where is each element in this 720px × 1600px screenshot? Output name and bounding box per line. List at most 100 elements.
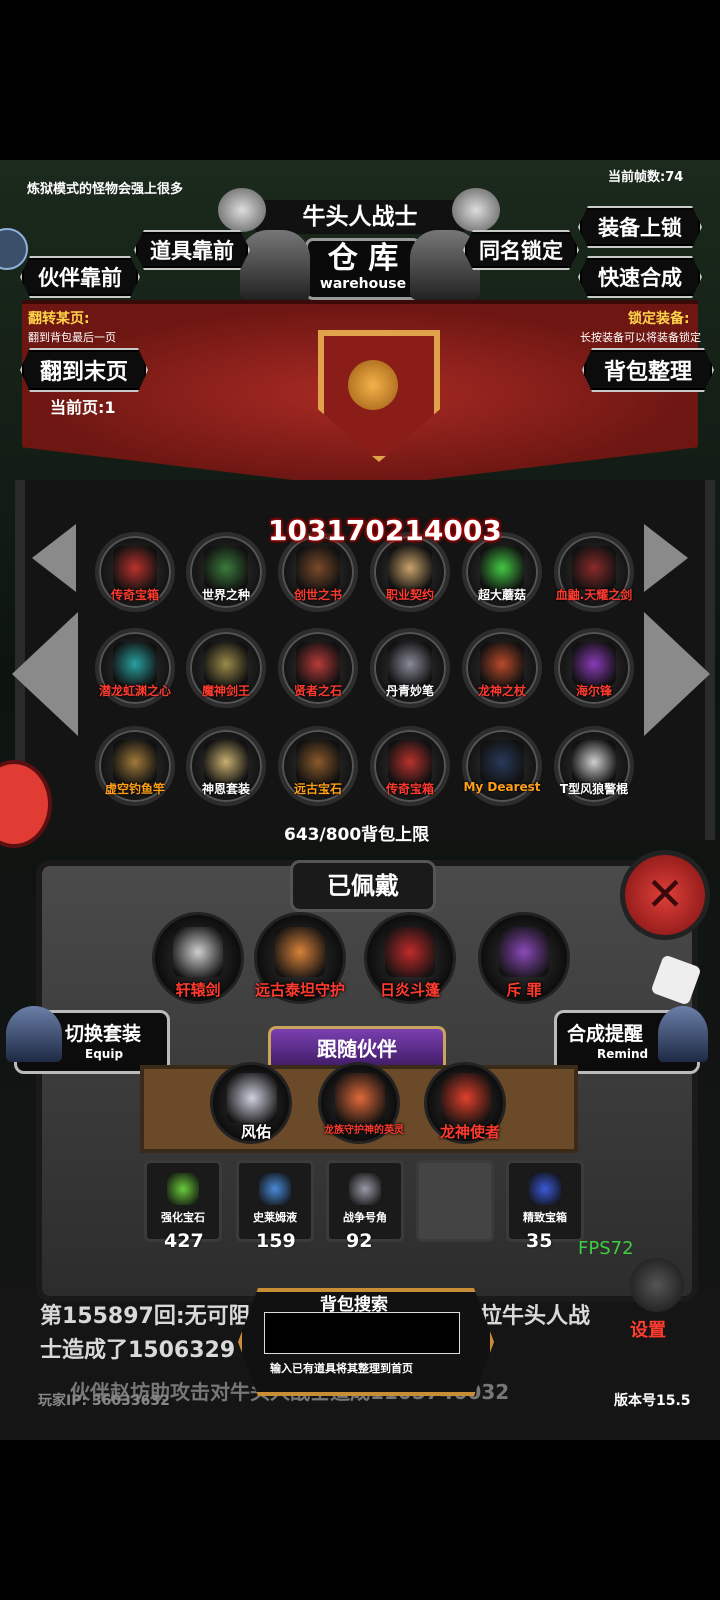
inventory-item-label: 丹青妙笔 (385, 684, 434, 698)
equipped-slot[interactable]: 轩辕剑 (152, 912, 244, 1004)
fps-counter: 当前帧数:74 (608, 170, 684, 185)
stone-icon (296, 642, 340, 686)
lock-equip-title: 锁定装备: (628, 311, 690, 327)
armor-icon (204, 642, 248, 686)
side-avatar[interactable] (0, 228, 28, 270)
goto-last-page-button[interactable]: 翻到末页 (20, 348, 148, 392)
warehouse-title-en: warehouse (319, 276, 407, 292)
inventory-slot[interactable]: T型风狼警棍 (554, 726, 634, 806)
bag-capacity: 643/800背包上限 (284, 825, 430, 845)
inventory-item-label: 远古宝石 (293, 782, 342, 796)
inventory-item-label: 世界之种 (201, 588, 250, 602)
equipped-slot[interactable]: 斥 罪 (478, 912, 570, 1004)
equip-lock-button[interactable]: 装备上锁 (578, 206, 702, 248)
next-page-arrow[interactable] (644, 612, 710, 736)
inventory-item-label: T型风狼警棍 (559, 782, 629, 796)
baton-icon (572, 740, 616, 784)
inventory-slot[interactable]: 海尔锋 (554, 628, 634, 708)
battle-log-line1-right: 拉牛头人战 (480, 1304, 591, 1329)
inventory-item-label: 职业契约 (385, 588, 434, 602)
game-screen: 炼狱模式的怪物会强上很多 当前帧数:74 牛头人战士 仓 库 warehouse… (0, 160, 720, 1440)
inventory-item-label: 传奇宝箱 (110, 588, 159, 602)
battle-log-line1: 第155897回:无可阻 (40, 1304, 251, 1329)
inventory-slot[interactable]: 传奇宝箱 (95, 532, 175, 612)
bag-sort-button[interactable]: 背包整理 (582, 348, 714, 392)
partner-front-button[interactable]: 伙伴靠前 (20, 256, 140, 298)
items-front-button[interactable]: 道具靠前 (134, 230, 250, 270)
fps-display: FPS72 (578, 1238, 634, 1259)
staff-icon (480, 642, 524, 686)
empty-slot[interactable] (416, 1160, 494, 1242)
helmet-icon (6, 1006, 62, 1062)
lock-equip-desc: 长按装备可以将装备锁定 (580, 331, 701, 344)
flip-page-desc: 翻到背包最后一页 (28, 331, 116, 344)
inventory-slot[interactable]: 丹青妙笔 (370, 628, 450, 708)
inventory-slot[interactable]: 魔神剑王 (186, 628, 266, 708)
prev-small-arrow[interactable] (32, 524, 76, 592)
merge-remind-sublabel: Remind (597, 1047, 649, 1061)
partner-slot[interactable]: 龙神使者 (424, 1062, 506, 1144)
blue-chest-icon (529, 1173, 561, 1205)
gear-icon[interactable] (630, 1258, 684, 1312)
inventory-item-label: 贤者之石 (293, 684, 342, 698)
fishing-rod-icon (113, 740, 157, 784)
search-hint: 输入已有道具将其整理到首页 (270, 1362, 413, 1375)
equipped-item-label: 斥 罪 (506, 981, 542, 999)
partner-item-label: 龙神使者 (439, 1123, 500, 1141)
sword-icon (173, 927, 223, 977)
inventory-item-label: 虚空钓鱼竿 (104, 782, 165, 796)
quick-merge-button[interactable]: 快速合成 (578, 256, 702, 298)
flip-page-title: 翻转某页: (28, 311, 90, 327)
partner-slot[interactable]: 龙族守护神的英灵 (318, 1062, 404, 1144)
switch-set-label: 切换套装 (65, 1023, 142, 1045)
set-icon (204, 740, 248, 784)
material-label: 史莱姆液 (253, 1211, 297, 1224)
inventory-slot[interactable]: 远古宝石 (278, 726, 358, 806)
material-count: 427 (164, 1230, 204, 1252)
heart-crystal-icon (113, 642, 157, 686)
inventory-slot[interactable]: 虚空钓鱼竿 (95, 726, 175, 806)
prev-page-arrow[interactable] (12, 612, 78, 736)
beast-icon (335, 1073, 385, 1123)
inventory-item-label: 血鼬.天耀之剑 (555, 588, 633, 602)
equipped-item-label: 日炎斗篷 (379, 981, 440, 999)
scythe-icon (499, 927, 549, 977)
partner-slot[interactable]: 风佑 (210, 1062, 292, 1144)
inventory-slot[interactable]: 传奇宝箱 (370, 726, 450, 806)
helmet-icon (240, 230, 310, 300)
inventory-slot[interactable]: 神恩套装 (186, 726, 266, 806)
inventory-slot[interactable]: 贤者之石 (278, 628, 358, 708)
warehouse-title: 仓 库 warehouse (305, 238, 421, 300)
settings-label[interactable]: 设置 (630, 1316, 666, 1342)
book-icon (296, 546, 340, 590)
next-small-arrow[interactable] (644, 524, 688, 592)
current-page: 当前页:1 (50, 398, 116, 417)
equipped-slot[interactable]: 日炎斗篷 (364, 912, 456, 1004)
inventory-item-label: 魔神剑王 (201, 684, 250, 698)
scroll-icon (388, 546, 432, 590)
material-label: 精致宝箱 (523, 1211, 567, 1224)
inventory-slot[interactable]: 世界之种 (186, 532, 266, 612)
close-icon[interactable]: ✕ (620, 850, 710, 940)
potion-icon (259, 1173, 291, 1205)
equipped-title: 已佩戴 (290, 860, 436, 912)
green-gem-icon (167, 1173, 199, 1205)
warehouse-title-cn: 仓 库 (327, 241, 399, 276)
seed-icon (204, 546, 248, 590)
inventory-slot[interactable]: My Dearest (462, 726, 542, 806)
brush-icon (388, 642, 432, 686)
player-ip: 玩家IP: 36033632 (38, 1393, 170, 1409)
inventory-item-label: 传奇宝箱 (385, 782, 434, 796)
inventory-slot[interactable]: 龙神之杖 (462, 628, 542, 708)
battle-log-line2: 士造成了1506329 (40, 1338, 236, 1363)
inventory-slot[interactable]: 血鼬.天耀之剑 (554, 532, 634, 612)
mushroom-icon (480, 546, 524, 590)
switch-set-sublabel: Equip (85, 1047, 124, 1061)
equipped-slot[interactable]: 远古泰坦守护 (254, 912, 346, 1004)
fire-spirit-icon (441, 1073, 491, 1123)
search-input[interactable] (264, 1312, 460, 1354)
same-name-lock-button[interactable]: 同名锁定 (463, 230, 579, 270)
merge-remind-label: 合成提醒 (567, 1023, 644, 1045)
inventory-item-label: My Dearest (463, 780, 541, 794)
inventory-slot[interactable]: 潜龙虹渊之心 (95, 628, 175, 708)
